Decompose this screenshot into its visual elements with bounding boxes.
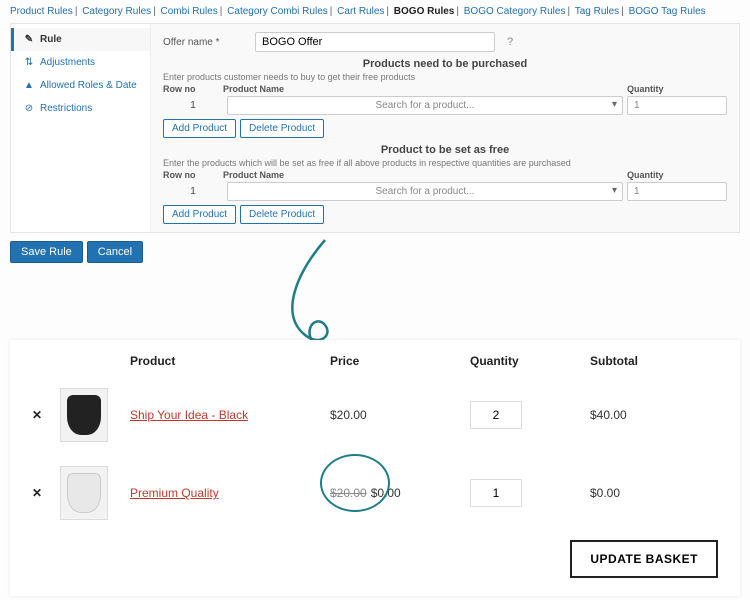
remove-item-button[interactable]: ✕ [32,408,60,422]
purchase-row-number: 1 [163,96,223,115]
purchase-add-product-button[interactable]: Add Product [163,119,236,138]
product-link[interactable]: Premium Quality [130,486,219,500]
quantity-input[interactable] [470,401,522,429]
free-hint: Enter the products which will be set as … [163,158,727,168]
update-basket-button[interactable]: UPDATE BASKET [570,540,718,578]
sidebar-item-label: Allowed Roles & Date [40,80,137,91]
subtotal-value: $0.00 [590,486,718,500]
col-product: Product [130,354,330,368]
product-link[interactable]: Ship Your Idea - Black [130,408,248,422]
free-row: 1 Search for a product... [163,182,727,201]
sidebar-item-rule[interactable]: ✎ Rule [11,28,150,51]
purchase-hint: Enter products customer needs to buy to … [163,72,727,82]
price-value: $0.00 [371,486,401,500]
sidebar-item-label: Restrictions [40,103,92,114]
price-cell: $20.00 $0.00 [330,486,470,500]
offer-name-label: Offer name * [163,37,243,48]
free-section-title: Product to be set as free [163,144,727,156]
cart-head: Product Price Quantity Subtotal [32,354,718,376]
tab-category-rules[interactable]: Category Rules [82,6,151,17]
sidebar-item-allowed-roles-date[interactable]: ▲ Allowed Roles & Date [11,74,150,97]
col-qty: Quantity [627,170,727,180]
product-thumbnail[interactable] [60,466,108,520]
quantity-input[interactable] [470,479,522,507]
free-table-head: Row no Product Name Quantity [163,170,727,180]
save-rule-button[interactable]: Save Rule [10,241,83,263]
subtotal-value: $40.00 [590,408,718,422]
free-product-select[interactable]: Search for a product... [227,182,623,201]
free-add-product-button[interactable]: Add Product [163,205,236,224]
col-qty: Quantity [627,84,727,94]
sidebar-item-adjustments[interactable]: ⇅ Adjustments [11,51,150,74]
purchase-delete-product-button[interactable]: Delete Product [240,119,324,138]
remove-item-button[interactable]: ✕ [32,486,60,500]
purchase-row: 1 Search for a product... [163,96,727,115]
col-price: Price [330,354,470,368]
tab-tag-rules[interactable]: Tag Rules [575,6,619,17]
col-subtotal: Subtotal [590,354,718,368]
price-strike: $20.00 [330,486,367,500]
rule-type-tabs: Product Rules| Category Rules| Combi Rul… [0,0,750,19]
price-cell: $20.00 [330,408,470,422]
help-icon[interactable]: ? [507,36,513,48]
sidebar-item-label: Rule [40,34,62,45]
sidebar: ✎ Rule ⇅ Adjustments ▲ Allowed Roles & D… [11,24,151,232]
tab-combi-rules[interactable]: Combi Rules [161,6,218,17]
tab-bogo-tag-rules[interactable]: BOGO Tag Rules [629,6,706,17]
tab-bogo-category-rules[interactable]: BOGO Category Rules [464,6,566,17]
cart-preview: Product Price Quantity Subtotal ✕ Ship Y… [10,340,740,596]
purchase-product-select[interactable]: Search for a product... [227,96,623,115]
footer-buttons: Save Rule Cancel [10,241,740,263]
sidebar-item-restrictions[interactable]: ⊘ Restrictions [11,97,150,120]
cart-row: ✕ Ship Your Idea - Black $20.00 $40.00 [32,376,718,454]
col-rowno: Row no [163,84,223,94]
highlight-circle [320,454,390,512]
roles-icon: ▲ [24,80,34,91]
offer-name-row: Offer name * ? [163,32,727,52]
col-rowno: Row no [163,170,223,180]
sidebar-item-label: Adjustments [40,57,95,68]
col-product: Product Name [223,84,627,94]
rule-content: Offer name * ? Products need to be purch… [151,24,739,232]
price-value: $20.00 [330,408,367,422]
tab-cart-rules[interactable]: Cart Rules [337,6,384,17]
product-thumbnail[interactable] [60,388,108,442]
free-delete-product-button[interactable]: Delete Product [240,205,324,224]
rule-editor-panel: ✎ Rule ⇅ Adjustments ▲ Allowed Roles & D… [10,23,740,233]
restrictions-icon: ⊘ [24,103,34,114]
tab-bogo-rules[interactable]: BOGO Rules [394,6,455,17]
col-product: Product Name [223,170,627,180]
offer-name-input[interactable] [255,32,495,52]
pencil-icon: ✎ [24,34,34,45]
purchase-section-title: Products need to be purchased [163,58,727,70]
purchase-table-head: Row no Product Name Quantity [163,84,727,94]
adjustments-icon: ⇅ [24,57,34,68]
free-row-number: 1 [163,182,223,201]
cancel-button[interactable]: Cancel [87,241,143,263]
free-qty-input[interactable] [627,182,727,201]
tab-product-rules[interactable]: Product Rules [10,6,73,17]
purchase-qty-input[interactable] [627,96,727,115]
tab-category-combi-rules[interactable]: Category Combi Rules [227,6,328,17]
cart-row: ✕ Premium Quality $20.00 $0.00 $0.00 [32,454,718,532]
col-quantity: Quantity [470,354,590,368]
